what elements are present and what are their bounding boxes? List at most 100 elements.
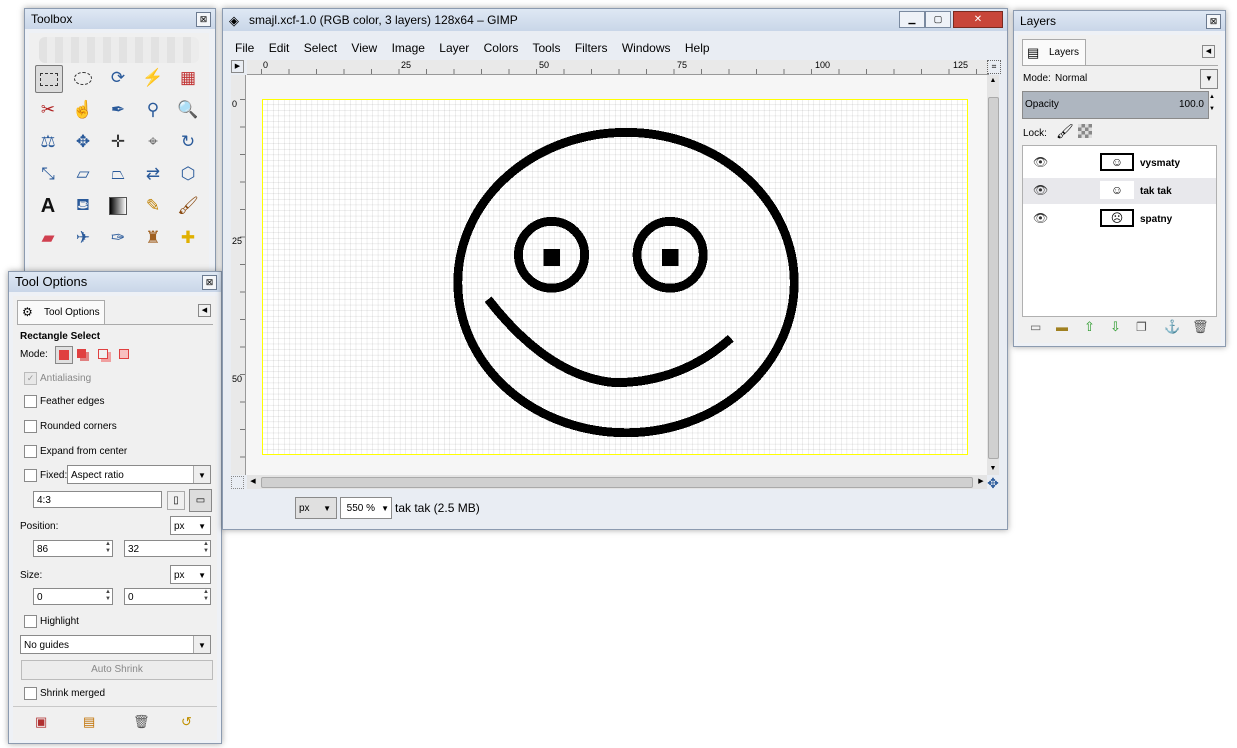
ellipse-select-icon[interactable] — [70, 65, 96, 91]
mode-replace-button[interactable] — [55, 346, 73, 364]
select-by-color-icon[interactable]: ▦ — [175, 65, 201, 91]
free-select-icon[interactable]: ⟳ — [105, 65, 131, 91]
spin-arrows-icon[interactable]: ▲ ▼ — [104, 589, 112, 604]
scroll-up-icon[interactable]: ▲ — [987, 75, 999, 87]
delete-options-icon[interactable]: 🗑 — [133, 714, 150, 730]
pencil-icon[interactable]: ✎ — [140, 193, 166, 219]
expand-from-center-checkbox[interactable] — [24, 445, 37, 458]
image-titlebar[interactable]: ◈ smajl.xcf-1.0 (RGB color, 3 layers) 12… — [223, 9, 1007, 31]
zoom-to-fit-icon[interactable]: ⌗ — [987, 60, 1001, 74]
guides-dropdown[interactable]: No guides ▼ — [20, 635, 211, 654]
perspective-icon[interactable]: ⏢ — [105, 161, 131, 187]
rect-select-icon[interactable] — [35, 65, 63, 93]
color-picker-icon[interactable]: ⚲ — [140, 97, 166, 123]
scale-icon[interactable]: ⤡ — [35, 161, 61, 187]
airbrush-icon[interactable]: ✈ — [70, 225, 96, 251]
spin-arrows-icon[interactable]: ▲ ▼ — [202, 589, 210, 604]
lock-alpha-icon[interactable] — [1078, 124, 1092, 138]
foreground-select-icon[interactable]: ☝ — [70, 97, 96, 123]
raise-layer-icon[interactable]: ⇧ — [1084, 319, 1095, 335]
menu-windows[interactable]: Windows — [622, 41, 671, 55]
minimize-button[interactable]: ▁ — [899, 11, 925, 28]
zoom-dropdown[interactable]: 550 % ▼ — [340, 497, 392, 519]
vertical-scroll-thumb[interactable] — [988, 97, 999, 459]
horizontal-scrollbar[interactable]: ◀ ▶ — [247, 475, 987, 489]
canvas-viewport[interactable] — [246, 75, 988, 475]
rounded-corners-checkbox[interactable] — [24, 420, 37, 433]
tab-menu-button[interactable]: ◀ — [1202, 45, 1215, 58]
crop-icon[interactable]: ⌖ — [140, 129, 166, 155]
navigate-icon[interactable]: ✥ — [985, 475, 1001, 491]
layer-row[interactable]: 👁 ☺ tak tak — [1023, 178, 1216, 204]
opacity-spin[interactable]: ▲ ▼ — [1208, 91, 1216, 117]
layer-name[interactable]: tak tak — [1140, 186, 1172, 197]
size-unit-dropdown[interactable]: px ▼ — [170, 565, 211, 584]
ink-icon[interactable]: ✑ — [105, 225, 131, 251]
paths-icon[interactable]: ✒ — [105, 97, 131, 123]
horizontal-scroll-thumb[interactable] — [261, 477, 973, 488]
spin-arrows-icon[interactable]: ▲ ▼ — [202, 541, 210, 556]
layer-thumbnail[interactable]: ☺ — [1100, 181, 1134, 199]
measure-icon[interactable]: ⚖ — [35, 129, 61, 155]
fuzzy-select-icon[interactable]: ⚡ — [140, 65, 166, 91]
menu-tools[interactable]: Tools — [532, 41, 560, 55]
restore-options-icon[interactable]: ▤ — [83, 714, 95, 730]
layer-name[interactable]: vysmaty — [1140, 158, 1180, 169]
mode-subtract-button[interactable] — [96, 347, 110, 361]
scroll-left-icon[interactable]: ◀ — [247, 475, 259, 489]
layer-row[interactable]: 👁 ☺ vysmaty — [1023, 150, 1216, 176]
duplicate-layer-icon[interactable]: ❐ — [1136, 320, 1147, 334]
toolbox-titlebar[interactable]: Toolbox ⊠ — [25, 9, 215, 29]
mode-add-button[interactable] — [75, 347, 89, 361]
menu-select[interactable]: Select — [304, 41, 337, 55]
layer-thumbnail[interactable]: ☹ — [1100, 209, 1134, 227]
blend-icon[interactable] — [105, 193, 131, 219]
lower-layer-icon[interactable]: ⇩ — [1110, 319, 1121, 335]
menu-colors[interactable]: Colors — [484, 41, 519, 55]
bucket-fill-icon[interactable]: ⛾ — [70, 193, 96, 219]
eye-icon[interactable]: 👁 — [1033, 211, 1048, 225]
tool-options-close-button[interactable]: ⊠ — [202, 275, 217, 290]
maximize-button[interactable]: ▢ — [925, 11, 951, 28]
flip-icon[interactable]: ⇄ — [140, 161, 166, 187]
position-x-input[interactable]: 86 ▲ ▼ — [33, 540, 113, 557]
menu-help[interactable]: Help — [685, 41, 710, 55]
zoom-icon[interactable]: 🔍 — [175, 97, 201, 123]
position-y-input[interactable]: 32 ▲ ▼ — [124, 540, 211, 557]
paintbrush-icon[interactable]: 🖌 — [175, 193, 201, 219]
heal-icon[interactable]: ✚ — [175, 225, 201, 251]
delete-layer-icon[interactable]: 🗑 — [1192, 319, 1209, 335]
quick-mask-toggle[interactable]: ▶ — [231, 60, 244, 73]
new-layer-group-icon[interactable]: ▬ — [1056, 320, 1068, 334]
vertical-scrollbar[interactable]: ▲ ▼ — [987, 75, 999, 475]
reset-options-icon[interactable]: ↺ — [181, 714, 192, 730]
layer-mode-dropdown[interactable]: ▼ — [1200, 69, 1218, 89]
unit-dropdown[interactable]: px ▼ — [295, 497, 337, 519]
tool-options-titlebar[interactable]: Tool Options ⊠ — [9, 272, 221, 292]
antialiasing-checkbox[interactable]: ✓ — [24, 372, 37, 385]
layer-name[interactable]: spatny — [1140, 214, 1172, 225]
layers-titlebar[interactable]: Layers ⊠ — [1014, 11, 1225, 31]
spin-arrows-icon[interactable]: ▲ ▼ — [104, 541, 112, 556]
layer-row[interactable]: 👁 ☹ spatny — [1023, 206, 1216, 232]
mode-intersect-button[interactable] — [117, 347, 131, 361]
text-icon[interactable]: A — [35, 193, 61, 219]
opacity-slider[interactable]: Opacity 100.0 — [1022, 91, 1209, 119]
quick-mask-icon[interactable] — [231, 476, 244, 489]
layers-tab[interactable]: ▤ Layers — [1022, 39, 1086, 66]
tab-menu-button[interactable]: ◀ — [198, 304, 211, 317]
position-unit-dropdown[interactable]: px ▼ — [170, 516, 211, 535]
lock-pixels-icon[interactable]: 🖌 — [1056, 123, 1074, 140]
landscape-button[interactable]: ▭ — [189, 489, 212, 512]
fixed-checkbox[interactable] — [24, 469, 37, 482]
menu-filters[interactable]: Filters — [575, 41, 608, 55]
layer-thumbnail[interactable]: ☺ — [1100, 153, 1134, 171]
layers-close-button[interactable]: ⊠ — [1206, 14, 1221, 29]
scroll-down-icon[interactable]: ▼ — [987, 463, 999, 475]
menu-edit[interactable]: Edit — [269, 41, 290, 55]
tool-options-tab[interactable]: ⚙ Tool Options — [17, 300, 105, 325]
portrait-button[interactable]: ▯ — [167, 491, 185, 510]
menu-image[interactable]: Image — [392, 41, 425, 55]
save-options-icon[interactable]: ▣ — [35, 714, 47, 730]
menu-layer[interactable]: Layer — [439, 41, 469, 55]
